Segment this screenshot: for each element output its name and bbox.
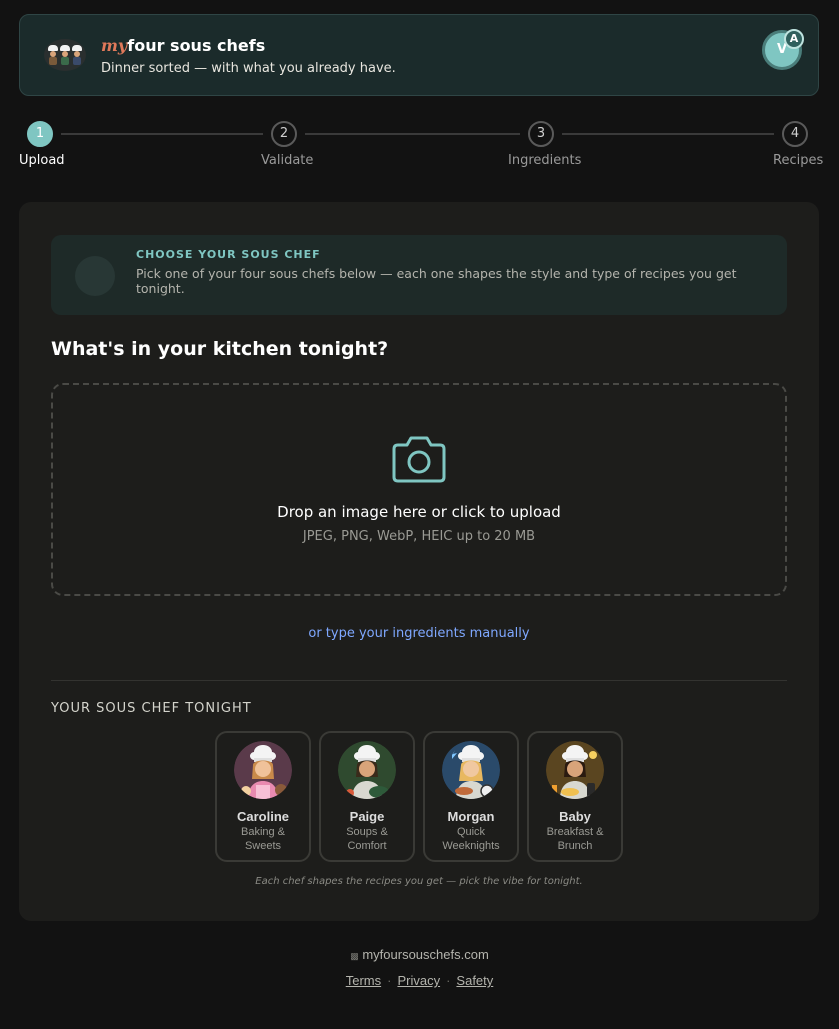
logo-icon xyxy=(44,39,86,71)
footer-site: ▩ myfoursouschefs.com xyxy=(0,947,839,962)
step-4-label: Recipes xyxy=(773,153,824,168)
divider xyxy=(51,680,787,681)
chef-baby-avatar xyxy=(546,741,604,799)
chef-specialty: Quick Weeknights xyxy=(442,826,500,852)
separator: · xyxy=(446,973,451,988)
main-card: CHOOSE YOUR SOUS CHEF Pick one of your f… xyxy=(19,202,819,921)
chef-name: Caroline xyxy=(236,809,289,824)
info-text: Pick one of your four sous chefs below —… xyxy=(136,266,737,296)
chef-name: Baby xyxy=(559,809,591,824)
avatar-badge: A xyxy=(784,29,804,49)
privacy-link[interactable]: Privacy xyxy=(397,973,440,988)
step-2-label: Validate xyxy=(261,153,314,168)
chef-card-baby[interactable]: Baby Breakfast & Brunch xyxy=(527,731,623,862)
chef-paige-avatar xyxy=(338,741,396,799)
chef-specialty: Breakfast & Brunch xyxy=(546,826,604,852)
brand-name: myfour sous chefs xyxy=(101,36,265,55)
step-4-circle[interactable]: 4 xyxy=(782,121,808,147)
chef-name: Morgan xyxy=(447,809,495,824)
brand-main: four sous chefs xyxy=(127,36,266,55)
chef-section-title: YOUR SOUS CHEF TONIGHT xyxy=(51,701,252,716)
manual-entry-link[interactable]: or type your ingredients manually xyxy=(19,626,819,641)
chef-morgan-avatar xyxy=(442,741,500,799)
terms-link[interactable]: Terms xyxy=(346,973,381,988)
footer-site-name: myfoursouschefs.com xyxy=(362,947,489,962)
chef-specialty: Baking & Sweets xyxy=(240,826,286,852)
step-2-circle[interactable]: 2 xyxy=(271,121,297,147)
dropzone-text: Drop an image here or click to upload xyxy=(277,503,561,521)
chef-card-morgan[interactable]: Morgan Quick Weeknights xyxy=(423,731,519,862)
step-1-label: Upload xyxy=(19,153,65,168)
camera-icon xyxy=(392,436,446,483)
step-connector xyxy=(562,133,774,135)
page-title: What's in your kitchen tonight? xyxy=(51,338,389,360)
chef-specialty: Soups & Comfort xyxy=(346,826,388,852)
chef-caroline-avatar xyxy=(234,741,292,799)
chef-caption: Each chef shapes the recipes you get — p… xyxy=(255,876,583,887)
info-banner: CHOOSE YOUR SOUS CHEF Pick one of your f… xyxy=(51,235,787,315)
tagline: Dinner sorted — with what you already ha… xyxy=(101,61,396,76)
site-logo-icon: ▩ xyxy=(350,951,359,961)
app-header: myfour sous chefs Dinner sorted — with w… xyxy=(19,14,819,96)
safety-link[interactable]: Safety xyxy=(456,973,493,988)
info-title: CHOOSE YOUR SOUS CHEF xyxy=(136,248,321,261)
separator: · xyxy=(387,973,392,988)
step-3-circle[interactable]: 3 xyxy=(528,121,554,147)
step-connector xyxy=(305,133,520,135)
footer-links: Terms · Privacy · Safety xyxy=(0,973,839,988)
chef-card-paige[interactable]: Paige Soups & Comfort xyxy=(319,731,415,862)
brand-prefix: my xyxy=(101,36,128,55)
chef-card-caroline[interactable]: Caroline Baking & Sweets xyxy=(215,731,311,862)
chef-name: Paige xyxy=(349,809,385,824)
chef-placeholder-icon xyxy=(75,256,115,296)
step-connector xyxy=(61,133,263,135)
dropzone-formats: JPEG, PNG, WebP, HEIC up to 20 MB xyxy=(302,529,536,544)
step-1-circle[interactable]: 1 xyxy=(27,121,53,147)
image-dropzone[interactable]: Drop an image here or click to upload JP… xyxy=(51,383,787,596)
step-3-label: Ingredients xyxy=(508,153,582,168)
